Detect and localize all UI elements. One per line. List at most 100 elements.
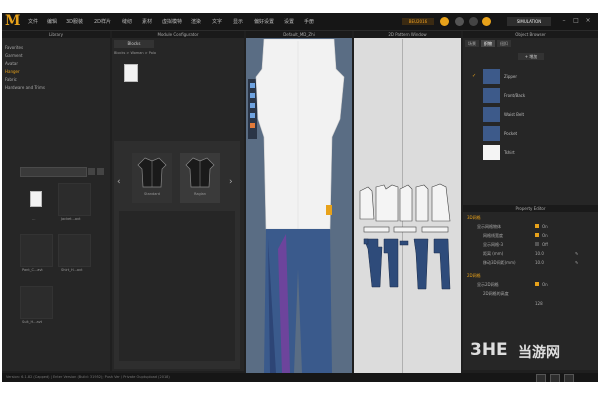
file-label-pant: Pant_C...avt — [22, 268, 43, 272]
add-fabric-button[interactable]: + 增加 — [518, 53, 544, 60]
library-title: Library — [2, 31, 110, 38]
library-item-avatar[interactable]: Avatar — [5, 61, 18, 66]
marvelous-logo-icon[interactable]: M — [5, 14, 21, 29]
chevron-left-icon[interactable]: ‹ — [117, 177, 121, 187]
style-raglan-card[interactable]: Raglan — [180, 153, 220, 203]
prop2-check-0[interactable] — [535, 282, 539, 286]
tab-fabric[interactable]: 织物 — [481, 40, 495, 47]
prop-check-2[interactable] — [535, 242, 539, 246]
library-item-garment[interactable]: Garment — [5, 53, 23, 58]
object-browser-panel: Object Browser 场景 织物 纽扣 + 增加 ✓ Zipper Fr… — [463, 31, 598, 211]
library-panel: Library Favorites Garment Avatar Hanger … — [2, 31, 110, 371]
prop-label-2: 显示网格-3 — [483, 242, 503, 247]
prop-value-3[interactable]: 10.0 — [535, 251, 544, 256]
library-item-fabric[interactable]: Fabric — [5, 77, 17, 82]
object-label-waist-belt[interactable]: Waist Belt — [504, 112, 524, 117]
menu-text[interactable]: 文字 — [212, 18, 222, 25]
menu-preferences[interactable]: 偏好设置 — [254, 18, 274, 25]
menu-render[interactable]: 渲染 — [191, 18, 201, 25]
block-polo-icon[interactable] — [124, 64, 138, 82]
simulation-icon[interactable] — [482, 17, 491, 26]
menu-manual[interactable]: 手册 — [304, 18, 314, 25]
prop-value-2: Off — [542, 242, 548, 247]
object-browser-title: Object Browser — [463, 31, 598, 38]
library-item-favorites[interactable]: Favorites — [5, 45, 23, 50]
swatch-zipper[interactable] — [483, 69, 500, 84]
menu-edit[interactable]: 编辑 — [47, 18, 57, 25]
style-panel: ‹ › Standard Raglan — [114, 141, 240, 369]
cloud-icon[interactable] — [440, 17, 449, 26]
swatch-waist-belt[interactable] — [483, 107, 500, 122]
prop-value-0: On — [542, 224, 548, 229]
avatar-garment-render — [255, 39, 345, 373]
prop-check-0[interactable] — [535, 224, 539, 228]
menu-file[interactable]: 文件 — [28, 18, 38, 25]
3d-viewport[interactable]: Default_MD_Zhi — [246, 31, 352, 373]
file-thumb-suit[interactable] — [20, 286, 53, 319]
breadcrumb[interactable]: Blocks > Woman > Polo — [114, 51, 156, 55]
2d-pattern-window[interactable]: 2D Pattern Window — [354, 31, 461, 373]
status-icon-1[interactable] — [536, 374, 546, 382]
status-icon-3[interactable] — [564, 374, 574, 382]
menu-settings[interactable]: 设置 — [284, 18, 294, 25]
object-label-front-back[interactable]: Front/Back — [504, 93, 525, 98]
app-window: M 文件 编辑 3D服装 2D样片 缝纫 素材 虚拟模特 渲染 文字 显示 偏好… — [2, 13, 598, 382]
user-badge[interactable]: BEU2016 — [402, 18, 434, 25]
prop-label-3: 距离 (mm) — [483, 251, 504, 256]
watermark-site: 当游网 — [518, 345, 560, 361]
menu-2d-pattern[interactable]: 2D样片 — [94, 18, 111, 25]
menu-3d-garment[interactable]: 3D服装 — [66, 18, 83, 25]
menu-display[interactable]: 显示 — [233, 18, 243, 25]
prop-label-1: 网格线宽度 — [483, 233, 503, 238]
file-thumb-pant[interactable] — [20, 234, 53, 267]
file-thumb-page[interactable] — [20, 183, 51, 214]
prop-value-1: On — [542, 233, 548, 238]
prop-check-1[interactable] — [535, 233, 539, 237]
section-2d-grid[interactable]: 2D网格 — [467, 273, 481, 279]
check-icon[interactable] — [469, 17, 478, 26]
site-watermark: 3HE 当游网 — [470, 340, 595, 362]
maximize-icon[interactable]: □ — [572, 17, 580, 25]
simulation-mode-button[interactable]: SIMULATION — [507, 17, 551, 26]
search-input[interactable] — [20, 167, 87, 177]
object-label-tshirt[interactable]: Tshirt — [504, 150, 515, 155]
swatch-tshirt[interactable] — [483, 145, 500, 160]
library-item-hardware[interactable]: Hardware and Trims — [5, 85, 45, 90]
prop-label-4: 移动3D间距(mm) — [483, 260, 516, 265]
tab-button[interactable]: 纽扣 — [497, 40, 511, 47]
raglan-shirt-icon — [185, 157, 215, 188]
close-icon[interactable]: × — [584, 17, 592, 25]
status-icon-2[interactable] — [550, 374, 560, 382]
swatch-front-back[interactable] — [483, 88, 500, 103]
prop2-extra-value[interactable]: 128 — [535, 301, 543, 306]
minimize-icon[interactable]: – — [560, 17, 568, 25]
style-standard-card[interactable]: Standard — [132, 153, 172, 203]
prop-value-4[interactable]: 10.0 — [535, 260, 544, 265]
object-label-zipper[interactable]: Zipper — [504, 74, 517, 79]
tab-blocks[interactable]: Blocks — [114, 40, 154, 48]
prop2-value-0: On — [542, 282, 548, 287]
settings-icon[interactable] — [455, 17, 464, 26]
file-thumb-shirt[interactable] — [58, 234, 91, 267]
prop2-label-0: 显示2D网格 — [477, 282, 499, 287]
file-thumb-jacket[interactable] — [58, 183, 91, 216]
chevron-right-icon[interactable]: › — [229, 177, 233, 187]
module-title: Module Configurator — [112, 31, 244, 38]
selected-check-icon: ✓ — [472, 73, 477, 79]
tab-scene[interactable]: 场景 — [465, 40, 479, 47]
edit-pencil-icon-2[interactable]: ✎ — [575, 260, 578, 265]
library-item-hanger[interactable]: Hanger — [5, 69, 20, 74]
menu-materials[interactable]: 素材 — [142, 18, 152, 25]
thumb-label-blank: … — [32, 217, 36, 221]
swatch-pocket[interactable] — [483, 126, 500, 141]
prop2-label-1: 2D网格的高度 — [483, 291, 509, 296]
edit-pencil-icon[interactable]: ✎ — [575, 251, 578, 256]
object-label-pocket[interactable]: Pocket — [504, 131, 517, 136]
menu-sewing[interactable]: 缝纫 — [122, 18, 132, 25]
list-view-icon[interactable] — [88, 168, 95, 175]
prop-label-0: 显示网格物体 — [477, 224, 501, 229]
menu-avatar[interactable]: 虚拟模特 — [162, 18, 182, 25]
grid-view-icon[interactable] — [97, 168, 104, 175]
file-label-jacket: Jacket...avt — [61, 217, 81, 221]
section-3d-grid[interactable]: 3D网格 — [467, 215, 481, 221]
